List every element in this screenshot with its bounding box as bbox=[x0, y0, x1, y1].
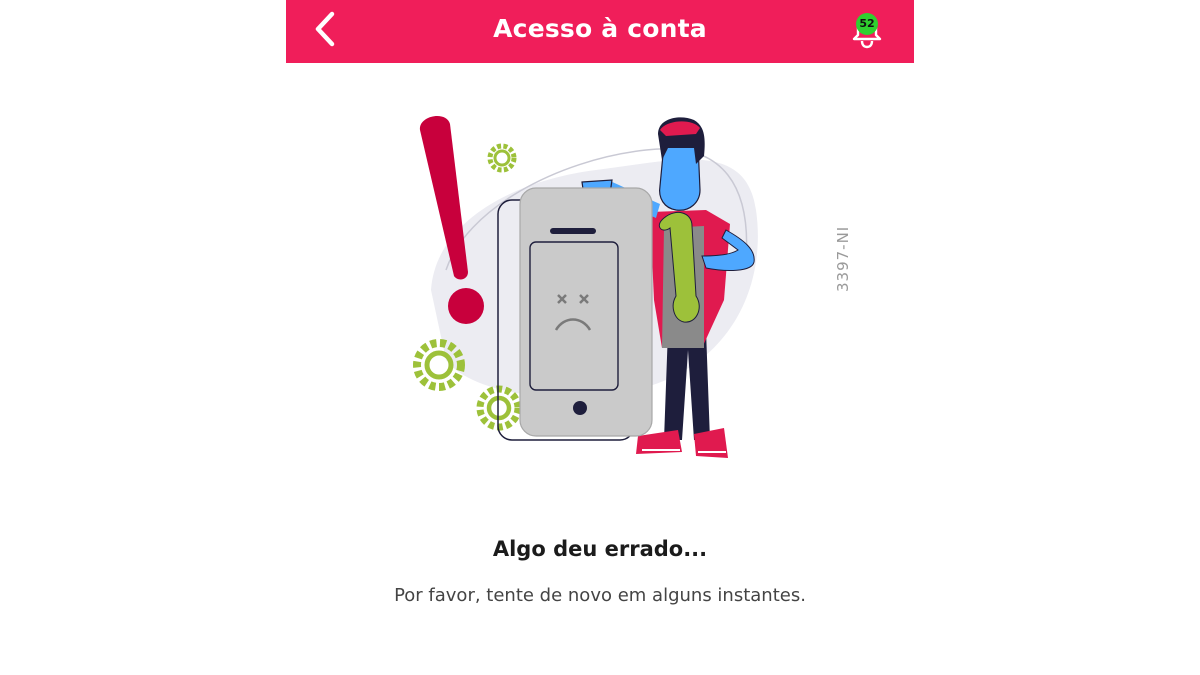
gear-icon bbox=[487, 143, 517, 173]
error-message: Por favor, tente de novo em alguns insta… bbox=[394, 585, 806, 606]
notification-count-badge: 52 bbox=[856, 13, 878, 35]
broken-phone-icon bbox=[519, 187, 653, 437]
header-bar: Acesso à conta 52 bbox=[286, 0, 914, 63]
page-title: Acesso à conta bbox=[493, 14, 707, 43]
illustration-code: 3397-NI bbox=[834, 225, 852, 292]
error-title: Algo deu errado... bbox=[492, 537, 708, 561]
app-screen: Acesso à conta 52 3397-NI Algo deu errad… bbox=[286, 0, 914, 675]
gear-icon bbox=[476, 385, 522, 431]
error-illustration bbox=[406, 100, 826, 480]
notifications-button[interactable]: 52 bbox=[846, 8, 892, 54]
